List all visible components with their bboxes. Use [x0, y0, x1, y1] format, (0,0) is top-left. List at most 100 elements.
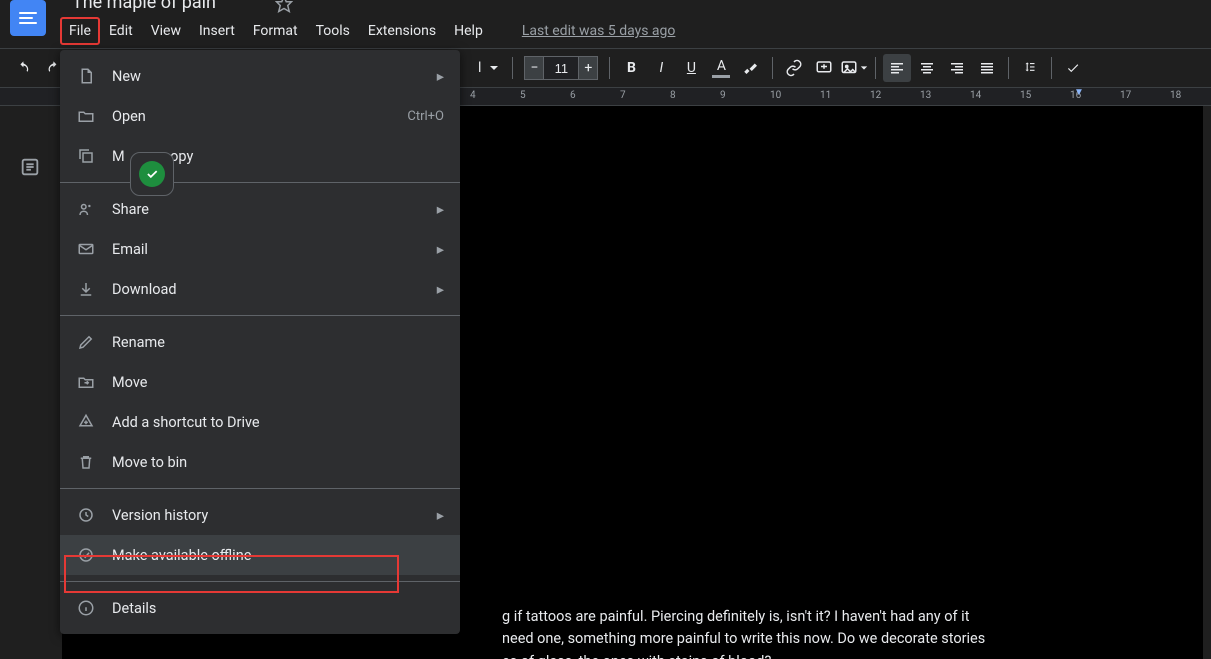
menu-label: Move [112, 374, 444, 391]
shortcut-label: Ctrl+O [407, 109, 444, 124]
outline-icon[interactable] [19, 156, 43, 180]
document-icon [76, 66, 96, 86]
file-menu-make-offline[interactable]: Make available offline [60, 535, 460, 575]
file-menu-new[interactable]: New ▸ [60, 56, 460, 96]
menu-separator [60, 315, 460, 316]
body-text-line: es of glass, the ones with stains of blo… [102, 651, 1163, 659]
ruler-number: 7 [620, 90, 626, 101]
menu-separator [60, 581, 460, 582]
drive-shortcut-icon [76, 412, 96, 432]
more-tools-button[interactable] [1059, 54, 1087, 82]
file-menu-open[interactable]: Open Ctrl+O [60, 96, 460, 136]
submenu-arrow-icon: ▸ [437, 507, 444, 524]
last-edit-link[interactable]: Last edit was 5 days ago [522, 23, 676, 39]
ruler-indent-marker[interactable]: ▼ [1074, 88, 1084, 98]
menu-tools[interactable]: Tools [307, 17, 359, 45]
ruler-number: 15 [1020, 90, 1031, 101]
align-left-button[interactable] [883, 54, 911, 82]
menu-edit[interactable]: Edit [100, 17, 142, 45]
info-icon [76, 598, 96, 618]
file-menu-move-to-bin[interactable]: Move to bin [60, 442, 460, 482]
menu-label: Share [112, 201, 437, 218]
italic-button[interactable]: I [647, 54, 675, 82]
undo-button[interactable] [10, 54, 38, 82]
align-justify-button[interactable] [973, 54, 1001, 82]
ruler-number: 5 [520, 90, 526, 101]
font-name-label: l [478, 60, 481, 76]
file-menu-share[interactable]: Share ▸ [60, 189, 460, 229]
divider [875, 57, 876, 79]
copy-icon [76, 146, 96, 166]
left-sidebar [0, 106, 62, 659]
divider [1051, 57, 1052, 79]
menu-label: Rename [112, 334, 444, 351]
ruler-number: 11 [820, 90, 831, 101]
underline-button[interactable]: U [677, 54, 705, 82]
file-menu-download[interactable]: Download ▸ [60, 269, 460, 309]
menu-separator [60, 182, 460, 183]
file-menu-rename[interactable]: Rename [60, 322, 460, 362]
chevron-down-icon [489, 63, 499, 73]
line-spacing-button[interactable] [1016, 54, 1044, 82]
ruler-number: 9 [720, 90, 726, 101]
menu-extensions[interactable]: Extensions [359, 17, 445, 45]
menu-label: Version history [112, 507, 437, 524]
bold-button[interactable]: B [617, 54, 645, 82]
image-button[interactable] [840, 54, 868, 82]
ruler-number: 10 [770, 90, 781, 101]
menu-label: Move to bin [112, 454, 444, 471]
comment-button[interactable] [810, 54, 838, 82]
menu-bar: File Edit View Insert Format Tools Exten… [0, 14, 1211, 48]
increase-font-button[interactable]: + [578, 56, 598, 80]
submenu-arrow-icon: ▸ [437, 281, 444, 298]
star-icon[interactable] [275, 0, 293, 13]
menu-separator [60, 488, 460, 489]
menu-format[interactable]: Format [244, 17, 307, 45]
file-menu-version-history[interactable]: Version history ▸ [60, 495, 460, 535]
share-icon [76, 199, 96, 219]
menu-view[interactable]: View [142, 17, 190, 45]
file-menu-details[interactable]: Details [60, 588, 460, 628]
font-size-input[interactable] [544, 56, 578, 80]
trash-icon [76, 452, 96, 472]
menu-insert[interactable]: Insert [190, 17, 244, 45]
ruler-number: 17 [1120, 90, 1131, 101]
folder-icon [76, 106, 96, 126]
menu-file[interactable]: File [60, 17, 100, 45]
ruler-number: 12 [870, 90, 881, 101]
ruler-number: 4 [470, 90, 476, 101]
divider [772, 57, 773, 79]
offline-icon [76, 545, 96, 565]
ruler-number: 13 [920, 90, 931, 101]
ruler-number: 18 [1170, 90, 1181, 101]
divider [512, 57, 513, 79]
ruler-number: 14 [970, 90, 981, 101]
menu-label: Open [112, 108, 407, 125]
file-menu-dropdown: New ▸ Open Ctrl+O Make a copy Share ▸ Em… [60, 50, 460, 634]
align-right-button[interactable] [943, 54, 971, 82]
docs-logo[interactable] [10, 0, 46, 36]
file-menu-make-copy[interactable]: Make a copy [60, 136, 460, 176]
link-button[interactable] [780, 54, 808, 82]
text-color-button[interactable]: A [707, 54, 735, 82]
menu-help[interactable]: Help [445, 17, 492, 45]
offline-ready-badge [130, 152, 174, 196]
menu-label: Email [112, 241, 437, 258]
submenu-arrow-icon: ▸ [437, 201, 444, 218]
file-menu-add-shortcut[interactable]: Add a shortcut to Drive [60, 402, 460, 442]
submenu-arrow-icon: ▸ [437, 241, 444, 258]
highlight-button[interactable] [737, 54, 765, 82]
ruler-number: 8 [670, 90, 676, 101]
align-center-button[interactable] [913, 54, 941, 82]
move-icon [76, 372, 96, 392]
font-family-select[interactable]: l [472, 55, 505, 81]
decrease-font-button[interactable]: − [524, 56, 544, 80]
email-icon [76, 239, 96, 259]
file-menu-move[interactable]: Move [60, 362, 460, 402]
ruler-number: 6 [570, 90, 576, 101]
document-title[interactable]: The maple of pain [72, 0, 216, 13]
submenu-arrow-icon: ▸ [437, 68, 444, 85]
font-size-group: − + [524, 56, 598, 80]
file-menu-email[interactable]: Email ▸ [60, 229, 460, 269]
rename-icon [76, 332, 96, 352]
